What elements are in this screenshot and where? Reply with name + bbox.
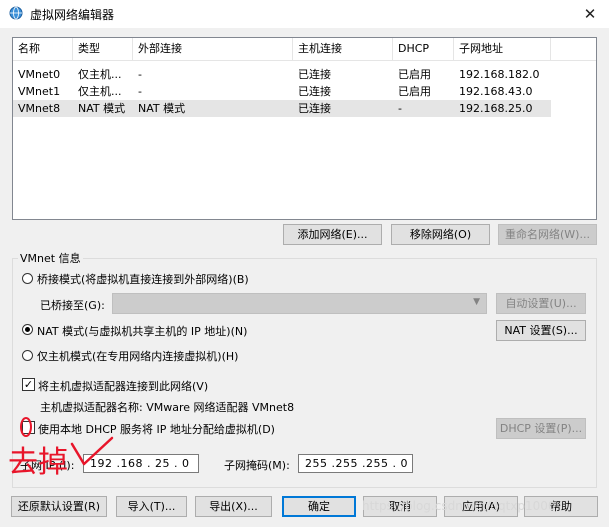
- column-header-name[interactable]: 名称: [13, 38, 73, 60]
- cell-external: -: [138, 68, 142, 81]
- host-only-radio[interactable]: [22, 350, 33, 361]
- cell-dhcp: 已启用: [398, 85, 431, 98]
- column-header-host[interactable]: 主机连接: [293, 38, 393, 60]
- watermark-text: https://blog.csdn.net/dqtxp1000: [362, 499, 556, 513]
- column-header-subnet[interactable]: 子网地址: [454, 38, 551, 60]
- connect-adapter-checkbox[interactable]: ✓: [22, 378, 35, 391]
- table-row[interactable]: VMnet1 仅主机... - 已连接 已启用 192.168.43.0: [13, 83, 551, 100]
- cell-type: 仅主机...: [78, 85, 122, 98]
- restore-defaults-button[interactable]: 还原默认设置(R): [11, 496, 107, 517]
- column-header-type[interactable]: 类型: [73, 38, 133, 60]
- cell-type: 仅主机...: [78, 68, 122, 81]
- dhcp-settings-button[interactable]: DHCP 设置(P)...: [496, 418, 586, 439]
- nat-mode-label: NAT 模式(与虚拟机共享主机的 IP 地址)(N): [37, 325, 248, 338]
- handwritten-annotation: 去掉: [8, 417, 114, 480]
- remove-network-button[interactable]: 移除网络(O): [391, 224, 490, 245]
- cell-subnet: 192.168.43.0: [459, 85, 533, 98]
- ok-button[interactable]: 确定: [282, 496, 356, 517]
- cell-host: 已连接: [298, 68, 331, 81]
- table-row-selected[interactable]: VMnet8 NAT 模式 NAT 模式 已连接 - 192.168.25.0: [13, 100, 551, 117]
- cell-host: 已连接: [298, 102, 331, 115]
- import-button[interactable]: 导入(T)...: [116, 496, 187, 517]
- connect-adapter-label: 将主机虚拟适配器连接到此网络(V): [38, 380, 209, 393]
- close-icon[interactable]: ✕: [578, 3, 602, 25]
- bridged-to-select[interactable]: ▼: [112, 293, 487, 314]
- host-only-label: 仅主机模式(在专用网络内连接虚拟机)(H): [37, 350, 239, 363]
- window-title: 虚拟网络编辑器: [30, 8, 115, 22]
- subnet-mask-field[interactable]: 255 .255 .255 . 0: [298, 454, 413, 473]
- column-header-external[interactable]: 外部连接: [133, 38, 293, 60]
- auto-settings-button[interactable]: 自动设置(U)...: [496, 293, 586, 314]
- cell-type: NAT 模式: [78, 102, 126, 115]
- cell-subnet: 192.168.182.0: [459, 68, 540, 81]
- annotation-text: 去掉: [8, 445, 68, 480]
- table-row[interactable]: VMnet0 仅主机... - 已连接 已启用 192.168.182.0: [13, 66, 551, 83]
- cell-subnet: 192.168.25.0: [459, 102, 533, 115]
- cell-dhcp: 已启用: [398, 68, 431, 81]
- list-header: 名称 类型 外部连接 主机连接 DHCP 子网地址: [13, 38, 596, 61]
- column-header-dhcp[interactable]: DHCP: [393, 38, 454, 60]
- nat-mode-radio[interactable]: [22, 324, 33, 335]
- bridged-to-label: 已桥接至(G):: [40, 299, 105, 312]
- subnet-mask-label: 子网掩码(M):: [224, 459, 290, 472]
- network-list[interactable]: 名称 类型 外部连接 主机连接 DHCP 子网地址 VMnet0 仅主机... …: [12, 37, 597, 220]
- cell-host: 已连接: [298, 85, 331, 98]
- rename-network-button[interactable]: 重命名网络(W)...: [498, 224, 597, 245]
- cell-name: VMnet1: [18, 85, 61, 98]
- bridged-mode-label: 桥接模式(将虚拟机直接连接到外部网络)(B): [37, 273, 249, 286]
- bridged-mode-radio[interactable]: [22, 273, 33, 284]
- checkmark-icon: [70, 436, 114, 466]
- chevron-down-icon: ▼: [473, 297, 480, 307]
- cell-external: -: [138, 85, 142, 98]
- export-button[interactable]: 导出(X)...: [195, 496, 272, 517]
- add-network-button[interactable]: 添加网络(E)...: [283, 224, 382, 245]
- group-title: VMnet 信息: [18, 250, 83, 266]
- radio-dot: [25, 327, 30, 332]
- network-globe-icon: [9, 6, 23, 20]
- cell-name: VMnet8: [18, 102, 61, 115]
- nat-settings-button[interactable]: NAT 设置(S)...: [496, 320, 586, 341]
- cell-name: VMnet0: [18, 68, 61, 81]
- cell-external: NAT 模式: [138, 102, 186, 115]
- cell-dhcp: -: [398, 102, 402, 115]
